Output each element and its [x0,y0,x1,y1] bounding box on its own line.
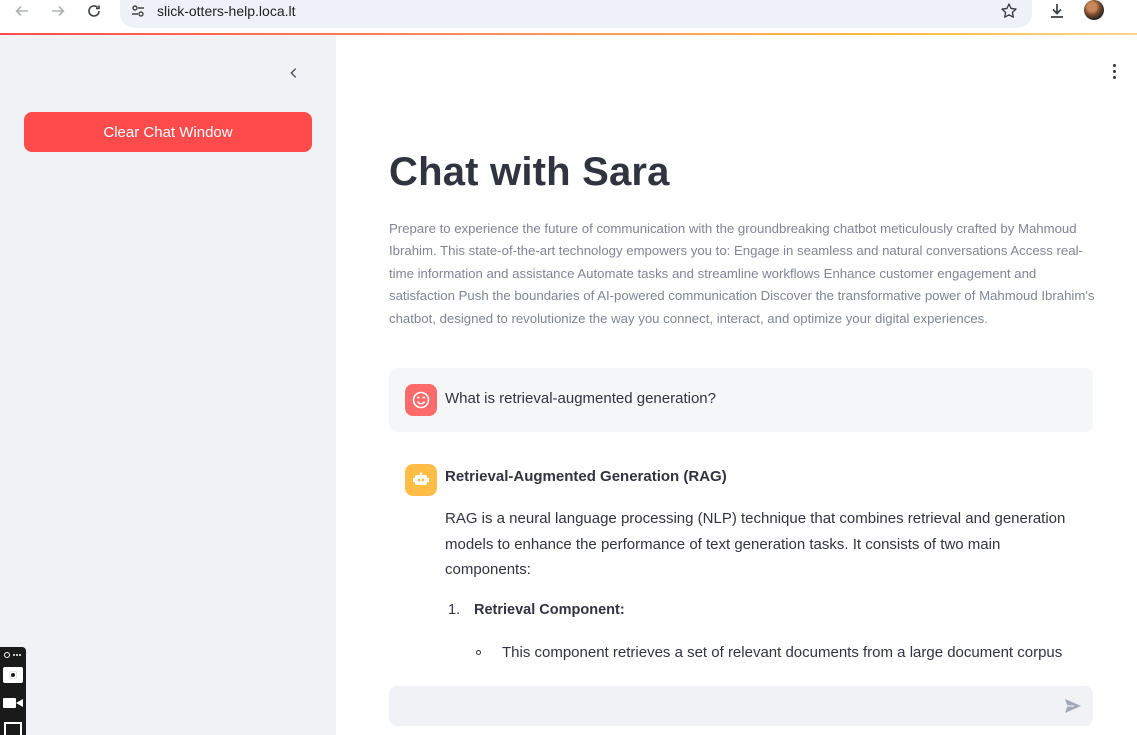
forward-arrow-icon[interactable] [46,0,70,22]
screen-recorder-widget [0,647,26,735]
address-bar[interactable]: slick-otters-help.loca.lt [120,0,1032,28]
more-vertical-icon[interactable] [1106,61,1122,81]
assistant-heading: Retrieval-Augmented Generation (RAG) [445,468,727,485]
reload-icon[interactable] [82,0,106,22]
smiley-face-icon [405,384,437,416]
profile-avatar[interactable] [1084,0,1104,20]
star-icon[interactable] [1000,2,1018,20]
list-number: 1. [448,602,461,618]
download-icon[interactable] [1047,1,1067,21]
back-arrow-icon[interactable] [10,0,34,22]
robot-icon [405,464,437,496]
user-message: What is retrieval-augmented generation? [389,368,1093,432]
assistant-paragraph: RAG is a neural language processing (NLP… [445,510,1066,578]
sub-list-item: This component retrieves a set of releva… [502,644,1063,661]
recorder-menu-icon[interactable] [3,651,23,659]
video-camera-icon[interactable] [3,696,23,708]
sidebar: Clear Chat Window [0,35,336,735]
camera-icon[interactable] [3,667,23,683]
bullet-icon [476,650,481,655]
send-icon[interactable] [1063,696,1083,716]
intro-text: Prepare to experience the future of comm… [389,221,1095,326]
region-select-icon[interactable] [4,722,22,735]
main-content: Chat with Sara Prepare to experience the… [336,35,1137,735]
clear-chat-button[interactable]: Clear Chat Window [24,112,312,152]
browser-toolbar: slick-otters-help.loca.lt [0,0,1137,35]
user-message-text: What is retrieval-augmented generation? [445,390,716,407]
chevron-left-icon[interactable] [284,63,304,83]
chat-input-container [389,686,1093,726]
url-text[interactable]: slick-otters-help.loca.lt [157,3,296,19]
list-item-title: Retrieval Component: [474,602,625,618]
tune-icon[interactable] [130,3,146,19]
page-title: Chat with Sara [389,150,670,194]
chat-input[interactable] [389,686,1049,726]
